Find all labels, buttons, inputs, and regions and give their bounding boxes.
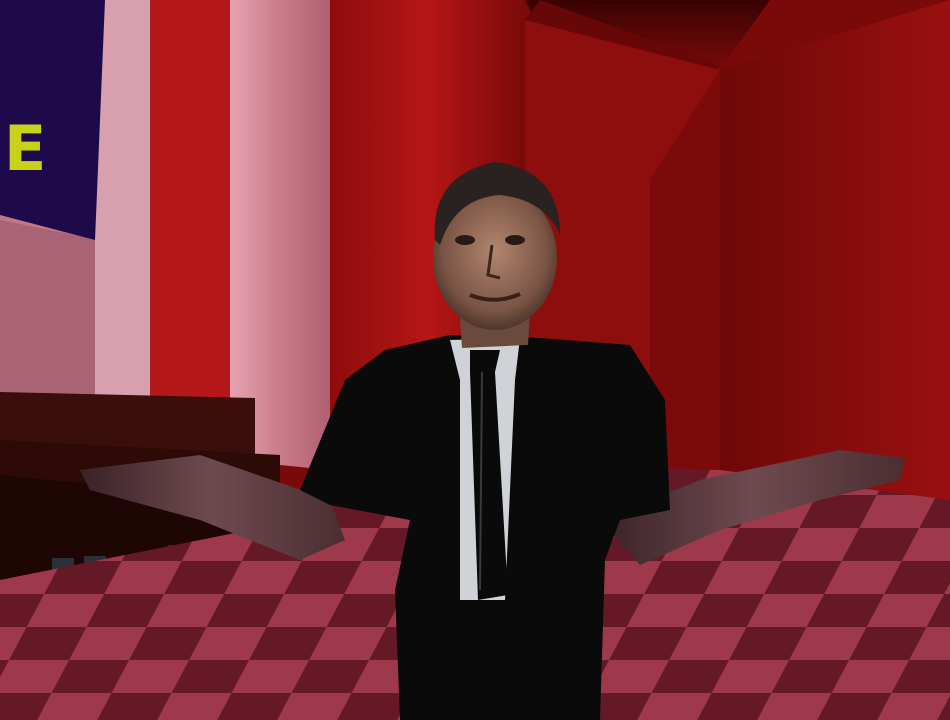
purple-banner: E [0,0,105,240]
character-head [433,162,560,330]
game-scene: E [0,0,950,720]
banner-letter: E [4,112,46,185]
